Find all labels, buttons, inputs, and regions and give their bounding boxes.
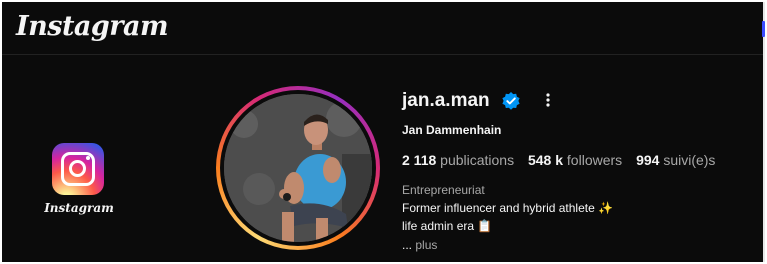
instagram-wordmark[interactable]: Instagram (16, 11, 169, 42)
scroll-edge-accent (762, 21, 765, 37)
avatar-gap (220, 90, 376, 246)
profile-username: jan.a.man (402, 90, 490, 111)
followers-stat[interactable]: 548 k followers (528, 152, 626, 168)
posts-count: 2 118 (402, 152, 437, 168)
avatar[interactable] (224, 94, 372, 242)
posts-label: publications (440, 152, 515, 168)
profile-full-name: Jan Dammenhain (402, 123, 502, 137)
top-bar: Instagram (2, 2, 765, 55)
instagram-app-icon (52, 143, 104, 195)
bio-line-1: Former influencer and hybrid athlete ✨ (402, 201, 614, 215)
posts-stat: 2 118 publications (402, 152, 518, 168)
following-stat[interactable]: 994 suivi(e)s (636, 152, 715, 168)
app-icon-caption: Instagram (44, 201, 114, 215)
following-count: 994 (636, 152, 660, 168)
story-ring[interactable] (216, 86, 380, 250)
more-label: plus (415, 238, 438, 252)
followers-count: 548 k (527, 152, 564, 168)
bio-line-2: life admin era 📋 (402, 219, 493, 233)
more-options-icon[interactable] (541, 92, 555, 108)
camera-lens (69, 160, 86, 177)
followers-label: followers (566, 152, 623, 168)
profile-stats: 2 118 publications 548 k followers 994 s… (402, 152, 725, 168)
following-label: suivi(e)s (663, 152, 716, 168)
profile-category: Entrepreneuriat (402, 183, 485, 197)
more-dots: ... (402, 238, 413, 252)
bio-more-link[interactable]: ... plus (402, 238, 437, 252)
camera-flash-dot (86, 156, 90, 160)
avatar-photo (224, 94, 372, 242)
verified-badge-icon (501, 91, 521, 111)
profile-frame: Instagram Instagram jan.a.man Jan Dammen… (2, 2, 765, 262)
